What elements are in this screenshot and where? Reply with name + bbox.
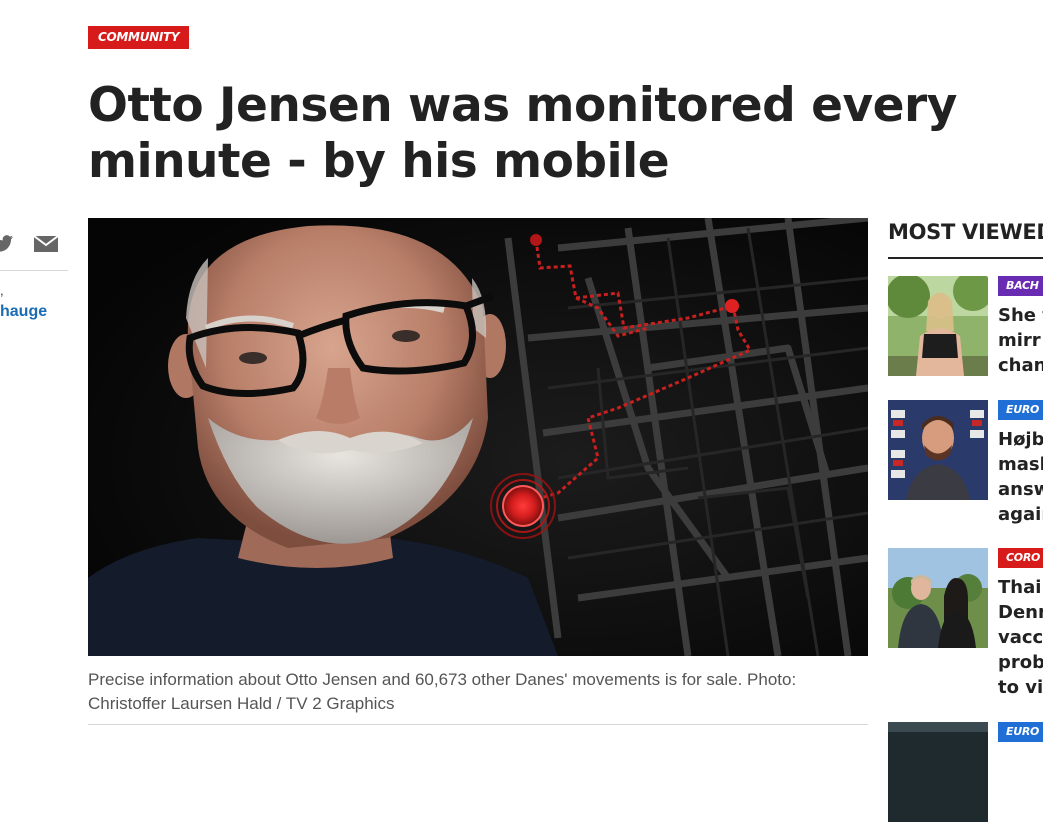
image-caption: Precise information about Otto Jensen an… [88,670,797,713]
byline-separator: , [0,283,4,298]
author-link[interactable]: hauge [0,303,47,321]
category-tag[interactable]: BACH [998,276,1043,296]
thumbnail[interactable] [888,276,988,376]
hero-image [88,218,868,656]
thumbnail[interactable] [888,722,988,822]
most-viewed-headline[interactable]: She f mirr chan [998,303,1043,378]
article-headline: Otto Jensen was monitored every minute -… [88,78,957,189]
most-viewed-headline[interactable]: Thai Denm vacci prob to vis [998,575,1043,700]
category-tag[interactable]: EURO [998,400,1043,420]
twitter-icon[interactable] [0,233,14,260]
share-rail [0,228,68,271]
category-tag[interactable]: CORO [998,548,1043,568]
thumbnail[interactable] [888,400,988,500]
thumbnail[interactable] [888,548,988,648]
divider [88,724,868,725]
mail-icon[interactable] [33,235,59,258]
divider [888,257,1043,259]
category-tag[interactable]: COMMUNITY [88,26,190,49]
most-viewed-headline[interactable]: Højb mask answ again [998,427,1043,527]
most-viewed-heading: MOST VIEWED [888,220,1043,244]
category-tag[interactable]: EURO [998,722,1043,742]
